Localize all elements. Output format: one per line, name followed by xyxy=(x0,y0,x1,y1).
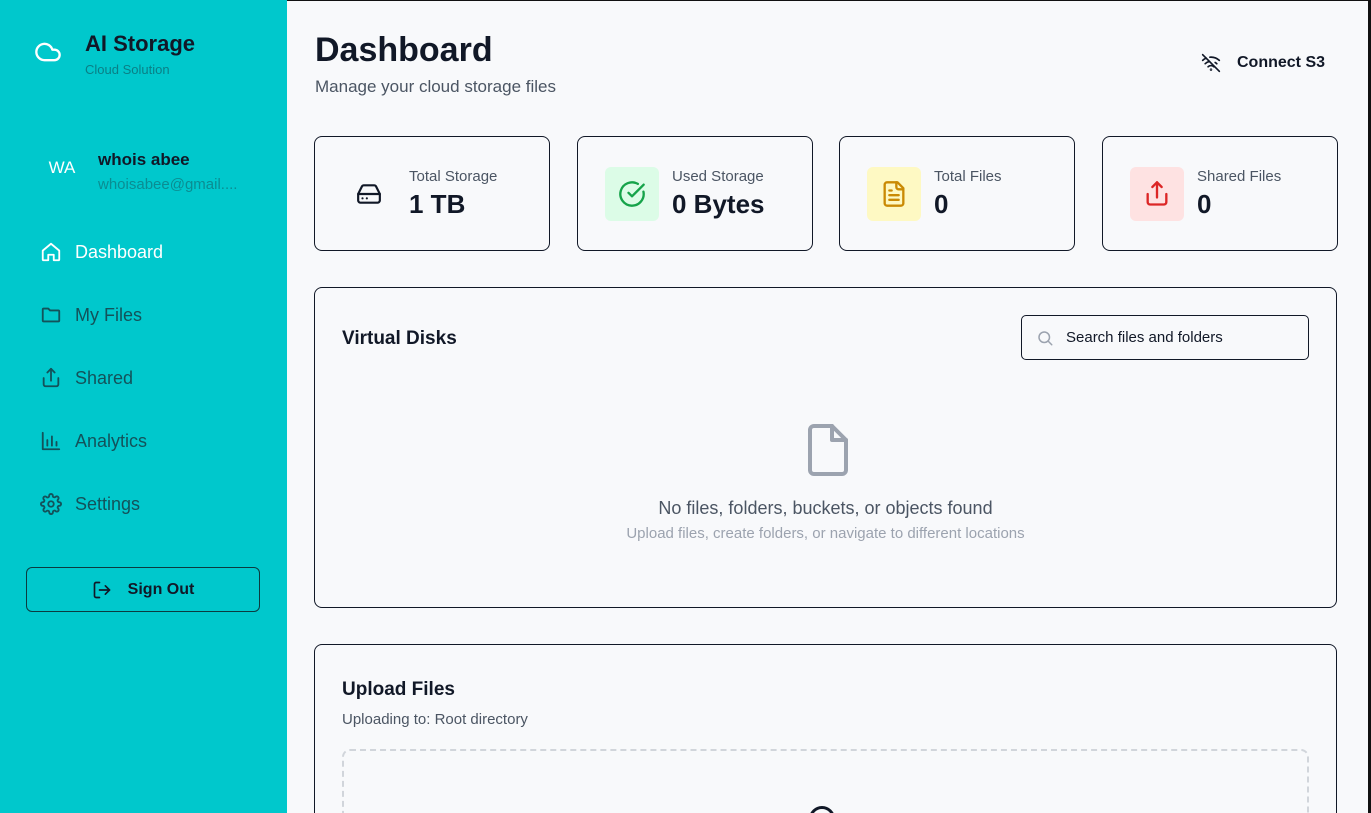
upload-icon xyxy=(809,806,835,813)
folder-icon xyxy=(41,307,61,323)
brand: AI Storage Cloud Solution xyxy=(34,32,195,77)
cloud-icon xyxy=(35,42,61,62)
stat-icon-box xyxy=(867,166,921,221)
page-subtitle: Manage your cloud storage files xyxy=(315,77,556,96)
upload-target-label: Uploading to: Root directory xyxy=(342,711,528,728)
home-icon xyxy=(41,242,61,262)
stat-card-used-storage: Used Storage 0 Bytes xyxy=(577,136,813,251)
avatar[interactable]: WA xyxy=(34,148,90,188)
empty-file-icon xyxy=(808,424,848,476)
stat-value: 1 TB xyxy=(409,188,466,219)
stat-icon-box xyxy=(1130,166,1184,221)
empty-state-subtitle: Upload files, create folders, or navigat… xyxy=(626,525,1025,542)
virtual-disks-panel: Virtual Disks Search files and folders N… xyxy=(314,287,1337,608)
stat-value: 0 Bytes xyxy=(672,188,765,219)
check-circle-icon xyxy=(619,180,645,207)
stat-value: 0 xyxy=(1197,188,1212,219)
sidebar-nav: Dashboard My Files Shared Analytics Sett… xyxy=(40,237,163,552)
stat-label: Total Files xyxy=(934,167,1002,185)
stat-card-total-storage: Total Storage 1 TB xyxy=(314,136,550,251)
sidebar-item-label: Shared xyxy=(75,367,134,388)
search-icon xyxy=(1038,330,1053,345)
brand-subtitle: Cloud Solution xyxy=(85,62,170,77)
empty-state-title: No files, folders, buckets, or objects f… xyxy=(658,498,993,518)
log-out-icon xyxy=(93,581,111,598)
page-title: Dashboard xyxy=(315,31,493,69)
bar-chart-icon xyxy=(41,431,61,451)
file-text-icon xyxy=(883,180,905,207)
stat-icon-box xyxy=(342,167,396,221)
sign-out-label: Sign Out xyxy=(127,580,195,598)
sidebar-item-analytics[interactable]: Analytics xyxy=(40,426,163,456)
upload-share-icon xyxy=(1146,180,1168,206)
stat-label: Total Storage xyxy=(409,167,498,185)
hard-drive-icon xyxy=(357,183,381,204)
stat-label: Used Storage xyxy=(672,167,764,185)
sign-out-button[interactable]: Sign Out xyxy=(26,567,260,612)
sidebar-item-shared[interactable]: Shared xyxy=(40,363,163,393)
sidebar-item-label: Dashboard xyxy=(75,241,164,262)
connect-s3-label: Connect S3 xyxy=(1237,54,1326,71)
search-input[interactable]: Search files and folders xyxy=(1021,315,1309,360)
upload-files-panel: Upload Files Uploading to: Root director… xyxy=(314,644,1337,813)
user-name: whois abee xyxy=(98,150,190,169)
brand-title: AI Storage xyxy=(85,31,196,56)
sidebar-item-label: My Files xyxy=(75,304,142,325)
sidebar-item-dashboard[interactable]: Dashboard xyxy=(40,237,163,267)
sidebar-item-my-files[interactable]: My Files xyxy=(40,300,163,330)
virtual-disks-title: Virtual Disks xyxy=(342,328,457,349)
stat-card-total-files: Total Files 0 xyxy=(839,136,1075,251)
sidebar-item-label: Analytics xyxy=(75,430,148,451)
sidebar: AI Storage Cloud Solution WA whois abee … xyxy=(0,0,287,813)
connect-s3-button[interactable]: Connect S3 xyxy=(1201,53,1325,73)
stat-label: Shared Files xyxy=(1197,167,1282,185)
stat-icon-box xyxy=(605,166,659,221)
user-profile[interactable]: WA whois abee whoisabee@gmail.... xyxy=(34,148,248,193)
main-content: Dashboard Manage your cloud storage file… xyxy=(287,0,1371,813)
sidebar-item-label: Settings xyxy=(75,493,141,514)
share-icon xyxy=(42,367,60,388)
gear-icon xyxy=(40,493,62,515)
stat-card-shared-files: Shared Files 0 xyxy=(1102,136,1338,251)
user-email: whoisabee@gmail.... xyxy=(98,176,238,193)
wifi-off-icon xyxy=(1201,53,1221,73)
search-placeholder: Search files and folders xyxy=(1066,329,1223,346)
sidebar-item-settings[interactable]: Settings xyxy=(40,489,163,519)
upload-files-title: Upload Files xyxy=(342,679,455,700)
stat-value: 0 xyxy=(934,188,949,219)
upload-dropzone[interactable] xyxy=(342,749,1309,813)
